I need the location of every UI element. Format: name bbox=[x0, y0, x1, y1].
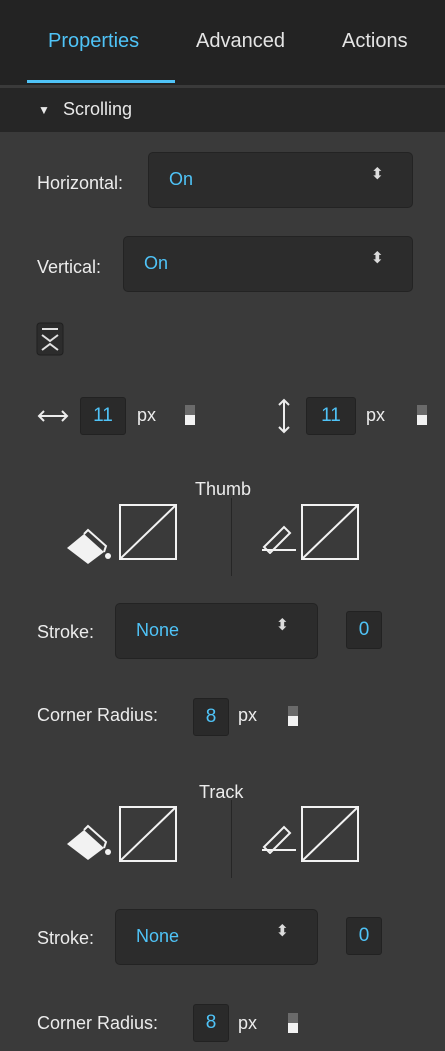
thumb-corner-radius-input[interactable]: 8 bbox=[193, 698, 229, 736]
track-radius-unit-toggle[interactable] bbox=[288, 1013, 298, 1033]
track-title: Track bbox=[199, 782, 244, 802]
select-arrows-icon: ⬍ bbox=[370, 250, 384, 267]
active-tab-indicator bbox=[27, 80, 175, 83]
vertical-value: On bbox=[144, 253, 169, 273]
thumb-stroke-value: None bbox=[136, 620, 180, 640]
track-corner-radius-input[interactable]: 8 bbox=[193, 1004, 229, 1042]
thumb-stroke-select[interactable]: None ⬍ bbox=[115, 603, 318, 659]
height-input[interactable]: 11 bbox=[306, 397, 356, 435]
width-arrow-icon bbox=[37, 410, 69, 422]
thumb-corner-radius-unit: px bbox=[238, 705, 258, 725]
horizontal-value: On bbox=[169, 169, 194, 189]
thumb-title: Thumb bbox=[195, 479, 252, 499]
constrain-proportions-icon[interactable] bbox=[36, 322, 64, 356]
thumb-divider bbox=[231, 498, 232, 576]
vertical-select[interactable]: On ⬍ bbox=[123, 236, 413, 292]
thumb-stroke-label: Stroke: bbox=[37, 622, 95, 642]
tab-bar: Properties Advanced Actions bbox=[0, 0, 445, 85]
track-corner-radius-unit: px bbox=[238, 1013, 258, 1033]
width-unit: px bbox=[137, 405, 157, 425]
section-title: Scrolling bbox=[63, 99, 133, 119]
fill-bucket-icon[interactable] bbox=[64, 526, 114, 566]
section-header-scrolling[interactable]: ▼ Scrolling bbox=[0, 88, 445, 132]
fill-bucket-icon[interactable] bbox=[64, 822, 114, 862]
thumb-stroke-width-input[interactable]: 0 bbox=[346, 611, 382, 649]
track-stroke-width-input[interactable]: 0 bbox=[346, 917, 382, 955]
track-divider bbox=[231, 800, 232, 878]
pencil-icon[interactable] bbox=[258, 522, 298, 554]
thumb-stroke-swatch[interactable] bbox=[300, 503, 362, 561]
width-input[interactable]: 11 bbox=[80, 397, 126, 435]
track-stroke-select[interactable]: None ⬍ bbox=[115, 909, 318, 965]
tab-actions[interactable]: Actions bbox=[342, 30, 408, 53]
thumb-corner-radius-label: Corner Radius: bbox=[37, 705, 159, 725]
thumb-fill-swatch[interactable] bbox=[118, 503, 180, 561]
height-arrow-icon bbox=[278, 398, 290, 434]
track-stroke-swatch[interactable] bbox=[300, 805, 362, 863]
width-unit-toggle[interactable] bbox=[185, 405, 195, 425]
select-arrows-icon: ⬍ bbox=[370, 166, 384, 183]
select-arrows-icon: ⬍ bbox=[275, 617, 289, 634]
select-arrows-icon: ⬍ bbox=[275, 923, 289, 940]
horizontal-label: Horizontal: bbox=[37, 173, 124, 193]
pencil-icon[interactable] bbox=[258, 822, 298, 854]
track-stroke-label: Stroke: bbox=[37, 928, 95, 948]
horizontal-select[interactable]: On ⬍ bbox=[148, 152, 413, 208]
height-unit: px bbox=[366, 405, 386, 425]
tab-advanced[interactable]: Advanced bbox=[196, 30, 285, 53]
tab-properties[interactable]: Properties bbox=[48, 30, 139, 53]
height-unit-toggle[interactable] bbox=[417, 405, 427, 425]
track-stroke-value: None bbox=[136, 926, 180, 946]
track-fill-swatch[interactable] bbox=[118, 805, 180, 863]
vertical-label: Vertical: bbox=[37, 257, 102, 277]
track-corner-radius-label: Corner Radius: bbox=[37, 1013, 159, 1033]
thumb-radius-unit-toggle[interactable] bbox=[288, 706, 298, 726]
disclosure-triangle-icon[interactable]: ▼ bbox=[38, 103, 50, 117]
